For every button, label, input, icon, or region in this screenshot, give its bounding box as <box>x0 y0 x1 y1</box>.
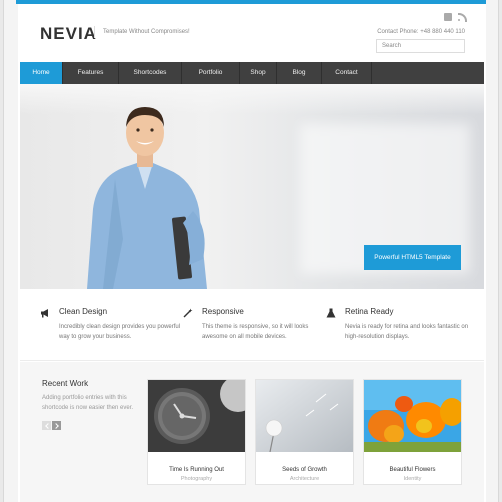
portfolio-category: Identity <box>403 476 422 482</box>
next-arrow-icon[interactable] <box>52 421 61 430</box>
recent-work-section: Recent Work Adding portfolio entries wit… <box>20 362 484 502</box>
portfolio-title: Beautiful Flowers <box>389 467 436 473</box>
feature-title: Clean Design <box>59 307 108 316</box>
portfolio-title: Time Is Running Out <box>169 467 224 473</box>
recent-work-title: Recent Work <box>42 379 89 388</box>
megaphone-icon <box>41 309 48 318</box>
site-logo[interactable]: NEVIA <box>40 24 97 44</box>
rss-icon[interactable] <box>458 13 467 22</box>
nav-item-portfolio[interactable]: Portfolio <box>182 62 240 84</box>
feature-title: Responsive <box>202 307 244 316</box>
feature-text: Nevia is ready for retina and looks fant… <box>345 324 469 340</box>
nav-item-shop[interactable]: Shop <box>240 62 277 84</box>
feature-title: Retina Ready <box>345 307 394 316</box>
nav-item-contact[interactable]: Contact <box>322 62 372 84</box>
flask-icon <box>326 308 336 318</box>
search-input[interactable]: Search <box>376 39 465 53</box>
portfolio-category: Photography <box>180 476 213 482</box>
portfolio-title: Seeds of Growth <box>282 467 327 473</box>
portfolio-image-clock <box>148 376 256 452</box>
magic-wand-icon <box>183 308 193 318</box>
site-tagline: Template Without Compromises! <box>94 26 190 38</box>
prev-arrow-icon[interactable] <box>42 421 51 430</box>
carousel-pager <box>42 421 61 430</box>
portfolio-card[interactable]: Time Is Running Out Photography <box>147 376 256 485</box>
portfolio-image-dandelion <box>256 380 353 453</box>
square-icon[interactable] <box>444 13 452 21</box>
portfolio-image-flowers <box>364 380 464 452</box>
portfolio-card[interactable]: Beautiful Flowers Identity <box>363 379 464 485</box>
hero-slider[interactable]: Powerful HTML5 Template <box>20 84 484 289</box>
portfolio-category: Architecture <box>289 476 320 482</box>
features-section: Clean Design Incredibly clean design pro… <box>20 289 484 361</box>
nav-item-shortcodes[interactable]: Shortcodes <box>119 62 182 84</box>
feature-text: This theme is responsive, so it will loo… <box>202 324 309 340</box>
recent-work-text: Adding portfolio entries with this short… <box>42 395 134 411</box>
hero-cta-button[interactable]: Powerful HTML5 Template <box>364 245 461 270</box>
nav-item-features[interactable]: Features <box>63 62 119 84</box>
nav-item-blog[interactable]: Blog <box>277 62 322 84</box>
portfolio-card[interactable]: Seeds of Growth Architecture <box>255 379 354 485</box>
main-nav: Home Features Shortcodes Portfolio Shop … <box>20 62 484 84</box>
hero-person-image <box>87 107 207 289</box>
contact-phone: Contact Phone: +48 880 440 110 <box>377 29 465 35</box>
feature-text: Incredibly clean design provides you pow… <box>59 324 181 340</box>
page: NEVIA Template Without Compromises! Cont… <box>3 0 499 502</box>
nav-item-home[interactable]: Home <box>20 62 63 84</box>
site-container: NEVIA Template Without Compromises! Cont… <box>18 4 486 502</box>
social-links <box>444 13 467 22</box>
